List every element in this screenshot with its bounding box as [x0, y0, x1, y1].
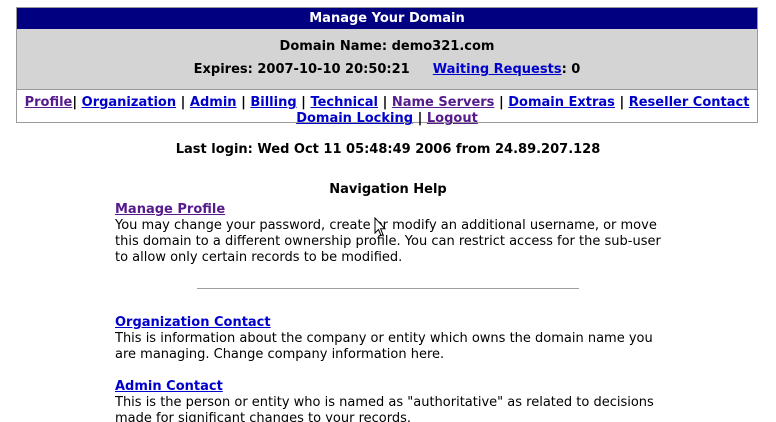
help-section-profile: Manage Profile You may change your passw…: [115, 202, 675, 266]
help-title: Navigation Help: [329, 182, 447, 197]
expires-line: Expires: 2007-10-10 20:50:21 Waiting Req…: [193, 62, 581, 77]
nav-profile-link[interactable]: Profile: [25, 95, 73, 110]
section-divider: [197, 288, 579, 289]
domain-name-line: Domain Name: demo321.com: [17, 29, 757, 56]
help-section-organization: Organization Contact This is information…: [115, 315, 675, 363]
help-section-admin: Admin Contact This is the person or enti…: [115, 379, 675, 422]
admin-contact-link[interactable]: Admin Contact: [115, 379, 223, 395]
nav-domain-locking-link[interactable]: Domain Locking: [296, 111, 413, 126]
domain-summary-panel: Manage Your Domain Domain Name: demo321.…: [16, 7, 758, 126]
domain-name-value: demo321.com: [391, 39, 495, 54]
waiting-requests-link[interactable]: Waiting Requests: [433, 62, 562, 77]
panel-title: Manage Your Domain: [17, 8, 757, 29]
expires-value: 2007-10-10 20:50:21: [257, 62, 410, 77]
domain-nav: Profile| Organization | Admin | Billing …: [24, 95, 750, 126]
admin-contact-description: This is the person or entity who is name…: [115, 395, 654, 422]
waiting-requests-count: 0: [571, 62, 581, 77]
page: Manage Your Domain Domain Name: demo321.…: [0, 0, 776, 422]
nav-admin-link[interactable]: Admin: [190, 95, 237, 110]
manage-profile-link[interactable]: Manage Profile: [115, 202, 225, 218]
last-login: Last login: Wed Oct 11 05:48:49 2006 fro…: [175, 142, 601, 157]
nav-domain-extras-link[interactable]: Domain Extras: [508, 95, 615, 110]
nav-billing-link[interactable]: Billing: [250, 95, 296, 110]
nav-organization-link[interactable]: Organization: [82, 95, 176, 110]
manage-profile-description: You may change your password, create or …: [115, 218, 661, 265]
expires-label: Expires:: [193, 62, 253, 77]
organization-contact-description: This is information about the company or…: [115, 331, 653, 362]
organization-contact-link[interactable]: Organization Contact: [115, 315, 271, 331]
domain-info: Domain Name: demo321.com Expires: 2007-1…: [17, 29, 757, 90]
domain-name-label: Domain Name:: [279, 39, 388, 54]
nav-name-servers-link[interactable]: Name Servers: [392, 95, 495, 110]
nav-technical-link[interactable]: Technical: [310, 95, 378, 110]
mouse-pointer-icon: [374, 217, 386, 237]
nav-reseller-contact-link[interactable]: Reseller Contact: [629, 95, 750, 110]
nav-logout-link[interactable]: Logout: [427, 111, 478, 126]
